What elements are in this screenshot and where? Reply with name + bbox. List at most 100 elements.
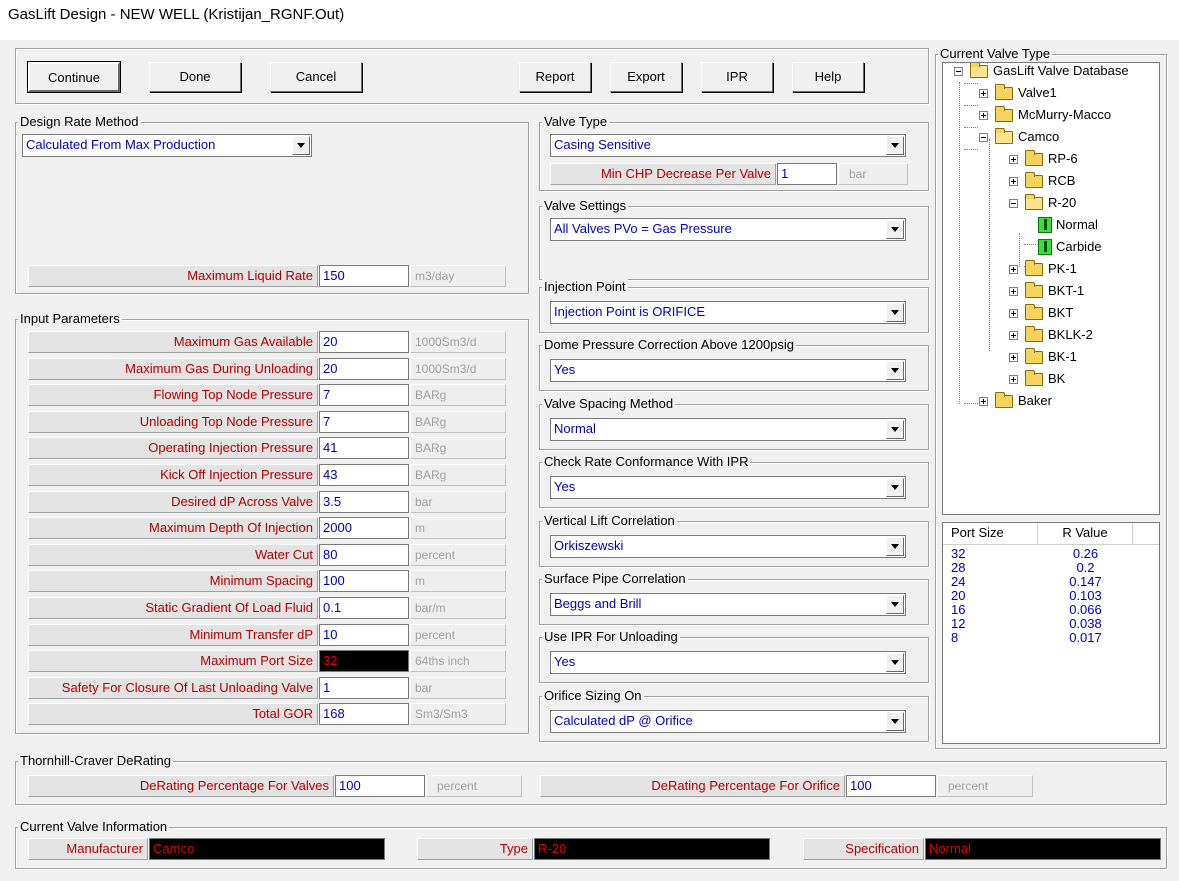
help-button[interactable]: Help (792, 62, 864, 92)
port-size-cell: 12 (951, 616, 966, 631)
check-rate-value: Yes (554, 479, 576, 494)
ipr-button[interactable]: IPR (701, 62, 773, 92)
collapse-icon[interactable] (1009, 199, 1018, 208)
tree-node-label: R-20 (1048, 195, 1077, 210)
tree-node-label: McMurry-Macco (1018, 107, 1112, 122)
expand-icon[interactable] (1009, 353, 1018, 362)
tree-node-label: PK-1 (1048, 261, 1077, 276)
expand-icon[interactable] (1009, 265, 1018, 274)
table-row[interactable]: 20 0.103 (943, 589, 1159, 603)
expand-icon[interactable] (1009, 287, 1018, 296)
collapse-icon[interactable] (979, 133, 988, 142)
param-input[interactable]: 10 (319, 623, 409, 646)
param-input[interactable]: 100 (319, 570, 409, 593)
table-row[interactable]: 12 0.038 (943, 617, 1159, 631)
valve-spacing-select[interactable]: Normal (550, 418, 906, 441)
table-row[interactable]: 32 0.26 (943, 547, 1159, 561)
param-unit: Sm3/Sm3 (410, 703, 506, 726)
param-input[interactable]: 2000 (319, 517, 409, 540)
param-input[interactable]: 20 (319, 331, 409, 353)
valve-info-group: Current Valve Information Manufacturer C… (15, 819, 1167, 869)
dome-pressure-select[interactable]: Yes (550, 359, 906, 382)
chevron-down-icon[interactable] (886, 136, 904, 155)
chevron-down-icon[interactable] (886, 303, 904, 322)
expand-icon[interactable] (1009, 309, 1018, 318)
port-size-cell: 28 (951, 560, 966, 575)
use-ipr-select[interactable]: Yes (550, 651, 906, 674)
collapse-icon[interactable] (954, 67, 963, 76)
max-liquid-rate-label: Maximum Liquid Rate (28, 265, 318, 287)
expand-icon[interactable] (1009, 177, 1018, 186)
valve-type-select[interactable]: Casing Sensitive (550, 134, 906, 157)
expand-icon[interactable] (979, 111, 988, 120)
derating-orifice-input[interactable]: 100 (846, 775, 936, 797)
chevron-down-icon[interactable] (886, 420, 904, 439)
param-input[interactable]: 43 (319, 464, 409, 486)
param-input[interactable]: 80 (319, 543, 409, 566)
injection-point-title: Injection Point (542, 279, 628, 295)
dome-pressure-group: Dome Pressure Correction Above 1200psig Y… (539, 337, 929, 391)
cancel-button[interactable]: Cancel (270, 62, 362, 92)
table-row[interactable]: 24 0.147 (943, 575, 1159, 589)
chevron-down-icon[interactable] (886, 595, 904, 614)
derating-valves-input[interactable]: 100 (335, 775, 425, 797)
folder-icon (1025, 370, 1043, 386)
folder-open-icon (970, 63, 988, 78)
expand-icon[interactable] (979, 89, 988, 98)
table-row[interactable]: 28 0.2 (943, 561, 1159, 575)
done-button[interactable]: Done (149, 62, 241, 92)
export-button[interactable]: Export (610, 62, 682, 92)
check-rate-title: Check Rate Conformance With IPR (542, 454, 751, 470)
param-label: Total GOR (28, 703, 318, 726)
param-input[interactable]: 0.1 (319, 597, 409, 619)
param-input[interactable]: 20 (319, 357, 409, 380)
expand-icon[interactable] (979, 397, 988, 406)
port-size-header[interactable]: Port Size (943, 523, 1038, 545)
design-rate-select[interactable]: Calculated From Max Production (22, 134, 312, 157)
param-label: Maximum Depth Of Injection (28, 517, 318, 540)
valve-database-tree[interactable]: GasLift Valve Database Valve1 McMurry-Ma… (942, 62, 1160, 515)
continue-button[interactable]: Continue (27, 61, 121, 93)
surface-pipe-value: Beggs and Brill (554, 596, 642, 611)
valve-icon (1038, 217, 1052, 233)
param-input[interactable]: 168 (319, 703, 409, 726)
surface-pipe-select[interactable]: Beggs and Brill (550, 593, 906, 616)
port-size-table[interactable]: Port Size R Value 32 0.26 28 0.2 24 0.147 20 0.… (942, 522, 1160, 744)
max-liquid-rate-input[interactable]: 150 (319, 265, 409, 287)
param-input[interactable]: 1 (319, 676, 409, 699)
expand-icon[interactable] (1009, 331, 1018, 340)
r-value-header[interactable]: R Value (1038, 523, 1133, 545)
chevron-down-icon[interactable] (886, 361, 904, 380)
check-rate-select[interactable]: Yes (550, 476, 906, 499)
report-button[interactable]: Report (519, 62, 591, 92)
param-unit: 1000Sm3/d (410, 357, 506, 380)
derating-title: Thornhill-Craver DeRating (18, 753, 173, 769)
design-rate-value: Calculated From Max Production (26, 137, 216, 152)
chevron-down-icon[interactable] (292, 136, 310, 155)
param-input[interactable]: 41 (319, 437, 409, 460)
table-row[interactable]: 8 0.017 (943, 631, 1159, 645)
chevron-down-icon[interactable] (886, 220, 904, 239)
port-size-cell: 8 (951, 630, 959, 645)
injection-point-select[interactable]: Injection Point is ORIFICE (550, 301, 906, 324)
param-input[interactable]: 32 (319, 650, 409, 673)
valve-settings-select[interactable]: All Valves PVo = Gas Pressure (550, 218, 906, 241)
chevron-down-icon[interactable] (886, 537, 904, 556)
param-input[interactable]: 7 (319, 384, 409, 407)
derating-orifice-label: DeRating Percentage For Orifice (540, 775, 845, 797)
param-input[interactable]: 3.5 (319, 490, 409, 513)
table-row[interactable]: 16 0.066 (943, 603, 1159, 617)
param-label: Maximum Gas During Unloading (28, 357, 318, 380)
chevron-down-icon[interactable] (886, 478, 904, 497)
expand-icon[interactable] (1009, 375, 1018, 384)
min-chp-input[interactable]: 1 (777, 163, 837, 185)
vertical-lift-select[interactable]: Orkiszewski (550, 535, 906, 558)
folder-icon (1025, 260, 1043, 276)
tree-node-label: BKLK-2 (1048, 327, 1093, 342)
chevron-down-icon[interactable] (886, 712, 904, 731)
orifice-sizing-select[interactable]: Calculated dP @ Orifice (550, 710, 906, 733)
param-input[interactable]: 7 (319, 410, 409, 433)
expand-icon[interactable] (1009, 155, 1018, 164)
max-liquid-rate-unit: m3/day (410, 265, 506, 287)
chevron-down-icon[interactable] (886, 653, 904, 672)
